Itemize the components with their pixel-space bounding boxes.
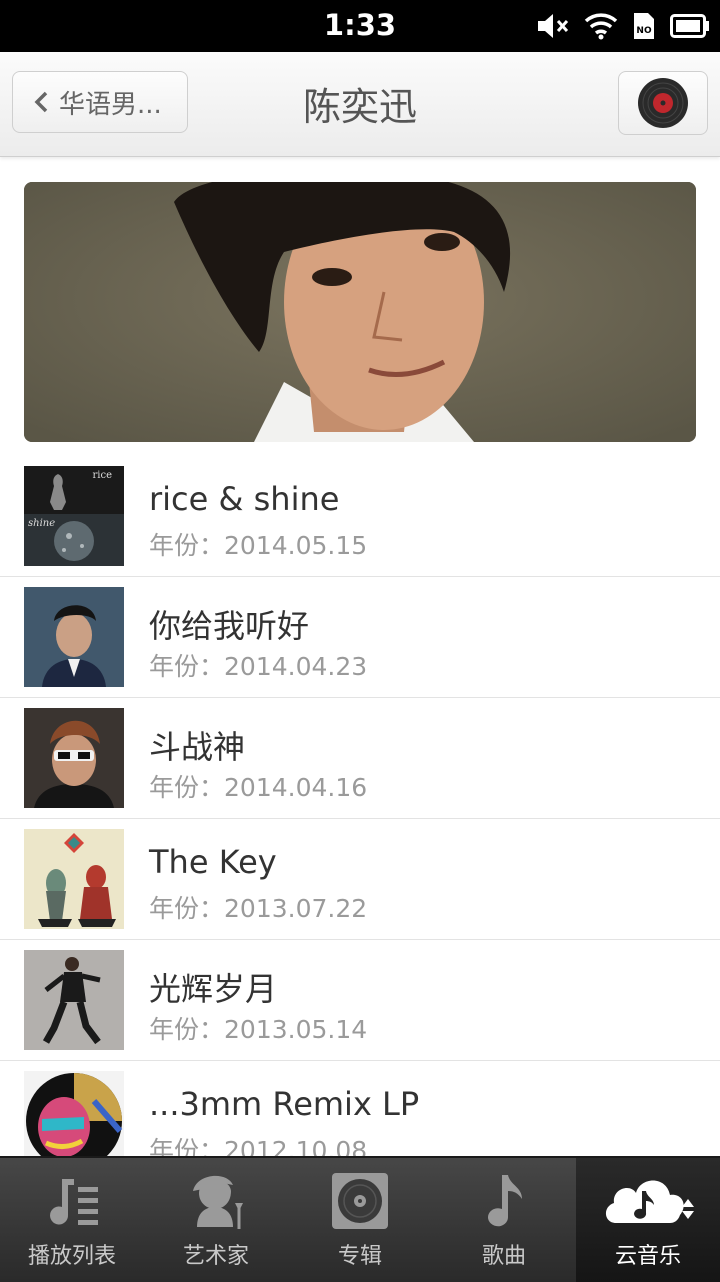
title-bar: 华语男... 陈奕迅 xyxy=(0,52,720,157)
tab-album[interactable]: 专辑 xyxy=(288,1158,432,1282)
battery-icon xyxy=(670,14,709,38)
album-cover: rice shine xyxy=(24,466,124,566)
tab-label: 专辑 xyxy=(337,1244,382,1269)
album-title: rice & shine xyxy=(149,480,340,518)
album-cover xyxy=(24,950,124,1050)
album-year: 年份：2014.04.16 xyxy=(149,773,368,802)
chevron-left-icon xyxy=(34,91,48,113)
album-row[interactable]: 你给我听好 年份：2014.04.23 xyxy=(0,577,720,698)
back-button-label: 华语男... xyxy=(59,89,162,120)
svg-text:shine: shine xyxy=(28,518,55,529)
tab-label: 播放列表 xyxy=(27,1244,116,1269)
tab-label: 艺术家 xyxy=(182,1244,249,1269)
album-row[interactable]: 斗战神 年份：2014.04.16 xyxy=(0,698,720,819)
tab-label: 云音乐 xyxy=(614,1244,681,1269)
svg-text:NO: NO xyxy=(636,26,652,36)
album-list: rice shine rice & shine 年份：2014.05.15 你给… xyxy=(0,456,720,1182)
album-title: 斗战神 xyxy=(149,728,246,766)
cloud-music-icon xyxy=(605,1180,694,1223)
artist-banner-photo xyxy=(24,182,696,442)
bottom-tab-bar: 播放列表 艺术家 专辑 歌曲 云音乐 xyxy=(0,1156,720,1282)
back-button[interactable]: 华语男... xyxy=(12,71,188,133)
album-icon xyxy=(332,1173,388,1229)
tab-cloud-music[interactable]: 云音乐 xyxy=(576,1158,720,1282)
status-bar: 1:33 NO xyxy=(0,0,720,52)
mute-icon xyxy=(538,14,569,38)
album-cover xyxy=(24,708,124,808)
album-title: ...3mm Remix LP xyxy=(149,1085,420,1123)
no-sim-icon: NO xyxy=(634,13,654,39)
song-icon xyxy=(488,1175,522,1227)
album-row[interactable]: 光辉岁月 年份：2013.05.14 xyxy=(0,940,720,1061)
album-cover xyxy=(24,587,124,687)
playlist-icon xyxy=(50,1179,98,1225)
album-year: 年份：2014.04.23 xyxy=(149,652,368,681)
album-year: 年份：2013.07.22 xyxy=(149,894,368,923)
tab-playlist[interactable]: 播放列表 xyxy=(0,1158,144,1282)
tab-label: 歌曲 xyxy=(481,1244,526,1269)
now-playing-button[interactable] xyxy=(618,71,708,135)
tab-song[interactable]: 歌曲 xyxy=(432,1158,576,1282)
wifi-icon xyxy=(584,13,618,40)
album-row[interactable]: rice shine rice & shine 年份：2014.05.15 xyxy=(0,456,720,577)
album-title: 光辉岁月 xyxy=(149,970,278,1008)
svg-text:rice: rice xyxy=(93,470,113,481)
album-year: 年份：2013.05.14 xyxy=(149,1015,368,1044)
album-year: 年份：2014.05.15 xyxy=(149,531,368,560)
artist-icon xyxy=(193,1175,243,1229)
album-title: The Key xyxy=(149,843,277,881)
album-title: 你给我听好 xyxy=(149,607,310,645)
vinyl-record-icon xyxy=(638,78,688,128)
album-row[interactable]: The Key 年份：2013.07.22 xyxy=(0,819,720,940)
tab-artist[interactable]: 艺术家 xyxy=(144,1158,288,1282)
album-cover xyxy=(24,829,124,929)
